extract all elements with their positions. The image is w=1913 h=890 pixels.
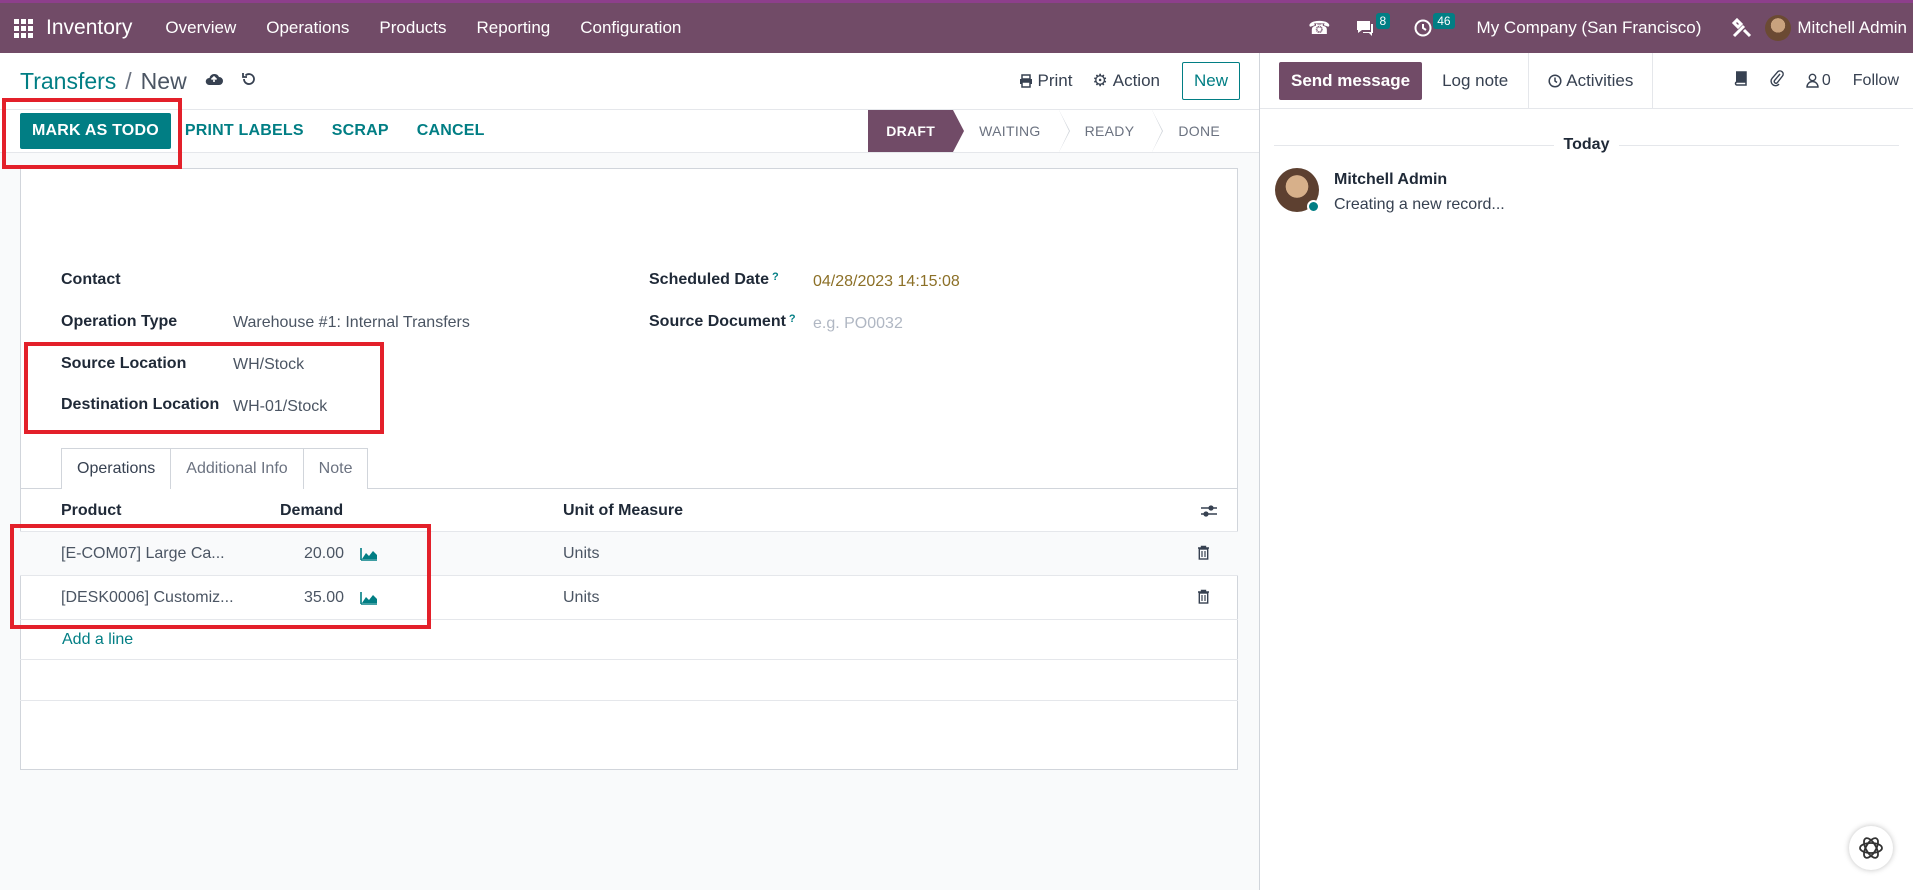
followers-count: 0	[1821, 71, 1831, 89]
messages-badge: 8	[1375, 13, 1391, 29]
stage-draft: DRAFT	[868, 110, 965, 152]
message-author[interactable]: Mitchell Admin	[1334, 171, 1447, 189]
stage-pipeline: DRAFT WAITING READY DONE	[868, 110, 1238, 152]
followers-button[interactable]: 0	[1806, 72, 1831, 90]
scrap-button[interactable]: SCRAP	[318, 122, 403, 140]
menu-products[interactable]: Products	[364, 18, 461, 38]
activities-badge: 46	[1433, 13, 1455, 29]
menu-reporting[interactable]: Reporting	[462, 18, 566, 38]
user-avatar[interactable]	[1765, 15, 1792, 41]
column-unit-of-measure[interactable]: Unit of Measure	[563, 502, 683, 520]
send-message-button[interactable]: Send message	[1279, 61, 1423, 100]
menu-operations[interactable]: Operations	[251, 18, 364, 38]
row-uom[interactable]: Units	[563, 589, 599, 607]
highlight-product-lines	[10, 524, 431, 629]
assistant-icon[interactable]	[1849, 826, 1893, 870]
trash-icon[interactable]	[1197, 545, 1210, 564]
action-button[interactable]: ⚙ Action	[1092, 71, 1160, 91]
add-a-line-link[interactable]: Add a line	[62, 631, 133, 649]
messages-icon[interactable]: 8	[1355, 13, 1391, 37]
stage-ready: READY	[1059, 110, 1164, 152]
stage-waiting: WAITING	[953, 110, 1071, 152]
scheduled-date-label: Scheduled Date?	[649, 271, 779, 289]
source-document-label: Source Document?	[649, 313, 796, 331]
source-document-label-text: Source Document	[649, 313, 786, 330]
main-menu: Overview Operations Products Reporting C…	[150, 18, 696, 38]
help-tooltip-icon[interactable]: ?	[789, 313, 796, 325]
column-product[interactable]: Product	[61, 502, 121, 520]
online-status-dot	[1307, 200, 1320, 213]
menu-configuration[interactable]: Configuration	[565, 18, 696, 38]
help-tooltip-icon[interactable]: ?	[772, 271, 779, 283]
breadcrumb-current: New	[140, 67, 187, 94]
trash-icon[interactable]	[1197, 589, 1210, 608]
print-button[interactable]: Print	[1019, 71, 1073, 91]
save-cloud-icon[interactable]	[205, 71, 223, 91]
company-switcher[interactable]: My Company (San Francisco)	[1477, 18, 1702, 38]
row-uom[interactable]: Units	[563, 545, 599, 563]
optional-columns-toggle-icon[interactable]	[1200, 503, 1218, 524]
app-name[interactable]: Inventory	[46, 16, 132, 40]
apps-menu-icon[interactable]	[0, 18, 46, 38]
scheduled-date-label-text: Scheduled Date	[649, 271, 770, 288]
log-note-button[interactable]: Log note	[1442, 71, 1508, 91]
column-demand[interactable]: Demand	[280, 502, 343, 520]
printer-icon	[1019, 74, 1032, 88]
breadcrumb-separator: /	[125, 67, 132, 94]
highlight-mark-as-todo	[2, 98, 182, 169]
breadcrumb: Transfers / New	[20, 68, 187, 95]
stage-done: DONE	[1178, 123, 1220, 139]
table-empty-row-line	[20, 700, 1238, 701]
operation-type-field[interactable]: Warehouse #1: Internal Transfers	[233, 314, 470, 332]
activities-button[interactable]: Activities	[1528, 52, 1654, 109]
message-body: Creating a new record...	[1334, 196, 1505, 213]
scheduled-date-field[interactable]: 04/28/2023 14:15:08	[813, 273, 960, 291]
table-empty-row-line	[20, 659, 1238, 660]
cancel-button[interactable]: CANCEL	[403, 122, 499, 140]
tab-operations[interactable]: Operations	[61, 448, 172, 489]
top-navbar: Inventory Overview Operations Products R…	[0, 0, 1913, 53]
chatter-panel: Send message Log note Activities 0 Follo…	[1259, 52, 1913, 890]
discard-undo-icon[interactable]	[241, 71, 257, 92]
phone-icon[interactable]: ☎	[1308, 18, 1330, 39]
new-button[interactable]: New	[1181, 62, 1240, 100]
date-separator-label: Today	[1553, 136, 1620, 153]
gear-icon: ⚙	[1092, 71, 1108, 90]
debug-tools-icon[interactable]	[1731, 17, 1753, 39]
clock-icon	[1548, 73, 1562, 88]
chatter-topbar: Send message Log note Activities 0 Follo…	[1260, 52, 1913, 109]
book-icon[interactable]	[1734, 70, 1748, 91]
user-menu[interactable]: Mitchell Admin	[1797, 18, 1907, 38]
operation-type-label: Operation Type	[61, 313, 178, 330]
tab-additional-info[interactable]: Additional Info	[170, 448, 304, 489]
activities-clock-icon[interactable]: 46	[1414, 13, 1455, 37]
action-label: Action	[1112, 71, 1160, 90]
print-label: Print	[1037, 71, 1073, 90]
status-bar: MARK AS TODO PRINT LABELS SCRAP CANCEL D…	[0, 109, 1260, 153]
highlight-locations	[24, 342, 384, 434]
control-panel: Transfers / New Print ⚙ Action New	[0, 53, 1260, 109]
person-icon	[1806, 73, 1819, 88]
follow-button[interactable]: Follow	[1853, 72, 1899, 90]
paperclip-icon[interactable]	[1770, 69, 1784, 92]
tab-note[interactable]: Note	[302, 448, 369, 489]
date-separator: Today	[1260, 136, 1913, 154]
breadcrumb-transfers[interactable]: Transfers	[20, 68, 116, 95]
contact-label: Contact	[61, 271, 121, 288]
contact-field[interactable]	[233, 266, 593, 294]
source-document-field[interactable]: e.g. PO0032	[813, 315, 903, 333]
activities-label: Activities	[1566, 70, 1634, 90]
print-labels-button[interactable]: PRINT LABELS	[171, 122, 318, 140]
menu-overview[interactable]: Overview	[150, 18, 251, 38]
notebook-tabs: Operations Additional Info Note	[61, 448, 369, 489]
